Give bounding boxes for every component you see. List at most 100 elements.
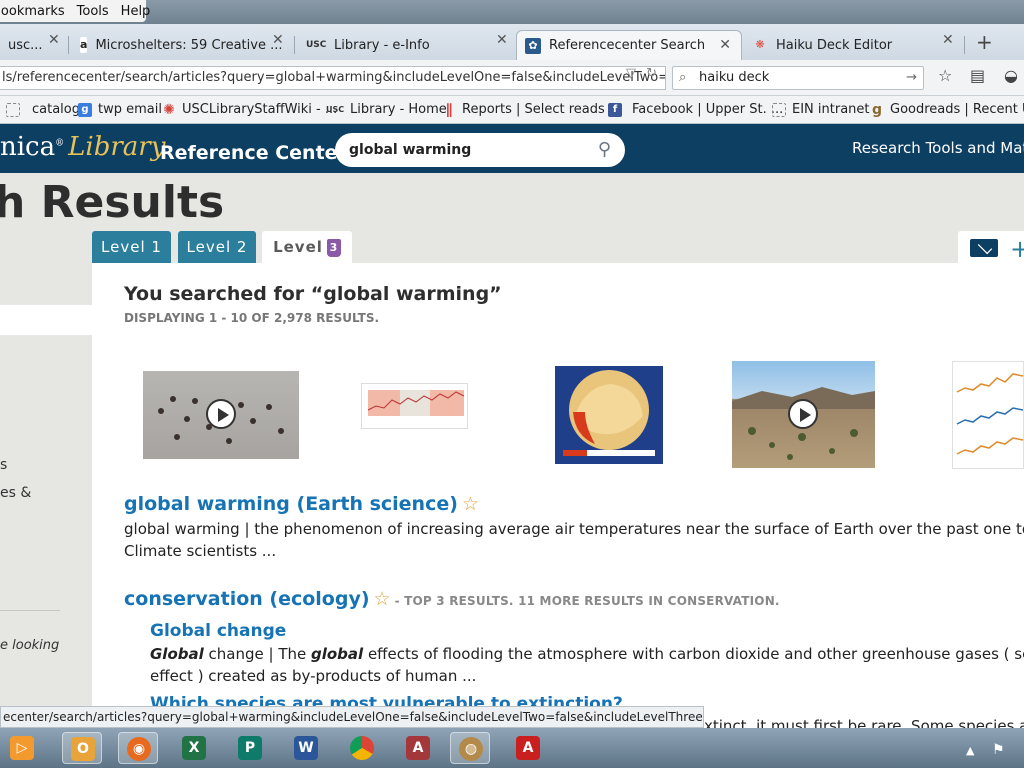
url-controls: ▽ ↻ [626,66,657,81]
bookmark-label: Goodreads | Recent U... [890,102,1024,117]
goodreads-icon: g [871,101,883,118]
site-header: nica® Library Reference Center global war… [0,124,1024,173]
sub-result-snippet: Global change | The global effects of fl… [150,645,1024,663]
sidebar-divider [0,610,60,611]
taskbar-excel[interactable]: X [174,732,214,764]
sub-result-snippet: effect ) created as by-products of human… [150,667,477,685]
add-icon[interactable]: + [1010,235,1024,263]
taskbar-acrobat[interactable]: A [508,732,548,764]
search-value: haiku deck [699,70,770,85]
sidebar: s es & e looking [0,305,92,735]
taskbar-chrome[interactable] [342,732,382,764]
tab-label: Library - e-Info [334,37,430,53]
tab-label: Microshelters: 59 Creative ... [95,37,283,53]
taskbar-media-player[interactable]: ▷ [2,732,42,764]
google-icon: g [78,102,92,117]
star-icon[interactable]: ☆ [462,493,479,515]
tab-level-2[interactable]: Level 2 [178,231,256,263]
bookmark-facebook[interactable]: f Facebook | Upper St. ... [608,102,783,117]
page-title: h Results [0,177,225,228]
dropdown-arrow-icon[interactable]: ▽ [626,66,636,81]
usc-icon: USC [306,40,327,50]
media-player-icon: ▷ [10,736,34,760]
tab-library-einfo[interactable]: USC Library - e-Info [298,30,508,60]
bars-icon: ∥ [445,101,453,118]
reload-icon[interactable]: ↻ [646,66,657,81]
bookmarks-bar: catalog g twp email ✺ USCLibraryStaffWik… [0,96,1024,124]
close-icon[interactable]: ✕ [272,32,284,48]
result-title[interactable]: global warming (Earth science) ☆ [124,493,479,515]
reading-list-icon[interactable]: ▤ [970,66,985,85]
pocket-icon[interactable]: ◒ [1004,66,1018,85]
image-thumbnail-climate-graphs[interactable] [952,361,1024,469]
snippet-text: change | The [203,645,311,663]
bookmark-star-icon[interactable]: ☆ [938,66,952,85]
image-thumbnail-temperature-chart[interactable] [361,383,468,429]
menu-bookmarks[interactable]: Bookmarks [0,4,65,19]
chrome-icon [350,736,374,760]
britannica-library-logo[interactable]: nica® Library [0,132,165,162]
close-icon[interactable]: ✕ [942,32,954,48]
tab-microshelters[interactable]: a Microshelters: 59 Creative ... [72,30,290,60]
video-thumbnail-birds[interactable] [143,371,299,459]
image-thumbnail-ice-map[interactable] [555,366,663,464]
taskbar-publisher[interactable]: P [230,732,270,764]
acrobat-icon: A [516,736,540,760]
bookmark-goodreads[interactable]: g Goodreads | Recent U... [870,102,1024,117]
bookmark-reports[interactable]: ∥ Reports | Select reads ... [442,101,622,118]
taskbar-firefox[interactable]: ◉ [118,732,158,764]
navigation-toolbar: ls/referencecenter/search/articles?query… [0,60,1024,96]
haiku-icon: ❋ [755,38,765,51]
outlook-icon: O [71,737,95,761]
results-count: DISPLAYING 1 - 10 OF 2,978 RESULTS. [124,311,380,325]
tab-haiku-deck[interactable]: ❋ Haiku Deck Editor [744,30,966,60]
results-panel: You searched for “global warming” DISPLA… [92,263,1024,735]
email-icon[interactable] [970,239,998,257]
tray-arrow-icon[interactable]: ▲ [966,744,974,757]
sub-result-title[interactable]: Global change [150,621,286,641]
tab-label: Referencecenter Search [549,38,706,53]
sidebar-item[interactable]: s [0,457,7,473]
bookmark-label: twp email [98,102,162,117]
search-input[interactable]: ⌕ haiku deck → [672,66,924,90]
close-icon[interactable]: ✕ [48,32,60,48]
tab-strip: usc... ✕ a Microshelters: 59 Creative ..… [0,24,1024,60]
search-icon[interactable]: ⚲ [598,133,611,167]
bookmark-catalog[interactable]: catalog [6,102,80,117]
result-title[interactable]: conservation (ecology) ☆ - TOP 3 RESULTS. … [124,588,780,610]
flag-icon[interactable]: ⚑ [992,742,1005,758]
taskbar-app[interactable]: ◍ [450,732,490,764]
close-icon[interactable]: ✕ [496,32,508,48]
taskbar-word[interactable]: W [286,732,326,764]
menu-help[interactable]: Help [121,4,151,19]
taskbar-outlook[interactable]: O [62,732,102,764]
usc-icon: USC [326,104,345,114]
go-arrow-icon[interactable]: → [906,67,917,89]
site-search-value: global warming [349,142,472,158]
site-search-input[interactable]: global warming ⚲ [335,133,625,167]
sidebar-item[interactable]: es & [0,485,31,501]
research-tools-link[interactable]: Research Tools and Mate [852,139,1024,157]
taskbar-access[interactable]: A [398,732,438,764]
bookmark-staffwiki[interactable]: ✺ USCLibraryStaffWiki - ... [162,102,337,117]
bookmark-ein-intranet[interactable]: EIN intranet [772,102,870,117]
level-badge: 3 [326,238,341,257]
url-input[interactable]: ls/referencecenter/search/articles?query… [0,66,666,90]
tab-level-3[interactable]: Level 3 [262,231,352,263]
tab-separator [68,36,69,54]
tab-referencecenter[interactable]: ✿ Referencecenter Search ✕ [516,30,742,60]
publisher-icon: P [238,736,262,760]
play-icon [206,399,236,429]
star-icon[interactable]: ☆ [374,588,391,610]
new-tab-plus-icon[interactable]: + [976,30,993,54]
content-area: h Results Level 1 Level 2 Level 3 + s es … [0,173,1024,735]
video-thumbnail-desert[interactable] [732,361,875,468]
bookmark-label: catalog [32,102,80,117]
firefox-icon: ◉ [127,737,151,761]
page-icon [772,102,786,117]
close-icon[interactable]: ✕ [719,37,731,53]
bookmark-twp-email[interactable]: g twp email [78,102,162,117]
bookmark-library-home[interactable]: USC Library - Home [326,102,447,117]
tab-level-1[interactable]: Level 1 [92,231,171,263]
menu-tools[interactable]: Tools [77,4,109,19]
